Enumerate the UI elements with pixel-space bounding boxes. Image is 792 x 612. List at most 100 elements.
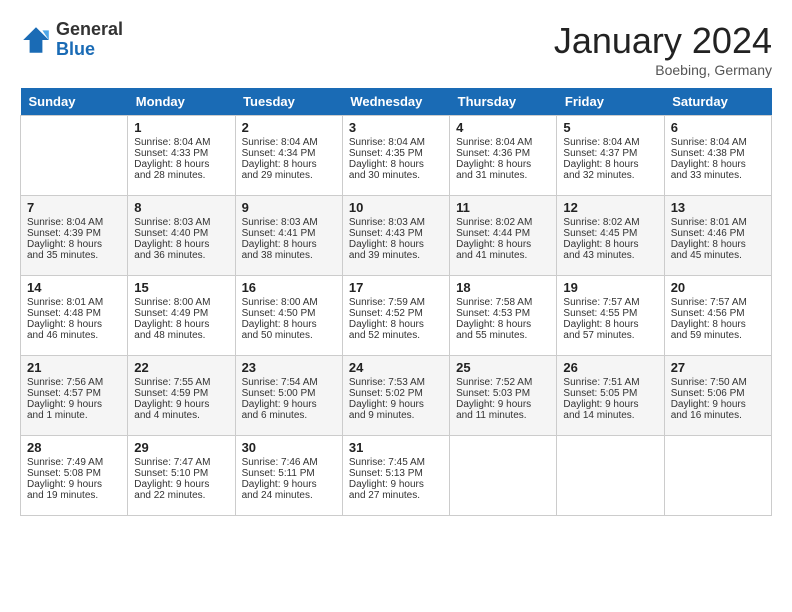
day-number: 7 [27,200,121,215]
day-cell: 16 Sunrise: 8:00 AMSunset: 4:50 PMDayligh… [235,276,342,356]
sunset: Sunset: 4:45 PM [563,228,657,239]
day-number: 23 [242,360,336,375]
page-header: General Blue January 2024 Boebing, Germa… [20,20,772,78]
daylight-hours: Daylight: 9 hours and 16 minutes. [671,399,765,421]
sunrise: Sunrise: 8:03 AM [349,217,443,228]
day-number: 21 [27,360,121,375]
sunrise: Sunrise: 8:00 AM [134,297,228,308]
daylight-hours: Daylight: 8 hours and 31 minutes. [456,159,550,181]
daylight-hours: Daylight: 9 hours and 9 minutes. [349,399,443,421]
day-number: 9 [242,200,336,215]
day-cell: 24Sunrise: 7:53 AMSunset: 5:02 PMDayligh… [342,356,449,436]
sunset: Sunset: 4:43 PM [349,228,443,239]
day-cell: 25Sunrise: 7:52 AMSunset: 5:03 PMDayligh… [450,356,557,436]
day-number: 19 [563,280,657,295]
day-number: 17 [349,280,443,295]
sunrise: Sunrise: 7:50 AM [671,377,765,388]
daylight-hours: Daylight: 9 hours and 6 minutes. [242,399,336,421]
sunset: Sunset: 4:56 PM [671,308,765,319]
day-number: 1 [134,120,228,135]
day-number: 26 [563,360,657,375]
sunset: Sunset: 4:53 PM [456,308,550,319]
week-row-1: 1Sunrise: 8:04 AMSunset: 4:33 PMDaylight… [21,116,772,196]
sunrise: Sunrise: 8:04 AM [134,137,228,148]
day-number: 28 [27,440,121,455]
day-cell: 13Sunrise: 8:01 AMSunset: 4:46 PMDayligh… [664,196,771,276]
daylight-hours: Daylight: 9 hours and 1 minute. [27,399,121,421]
daylight-hours: Daylight: 8 hours and 50 minutes. [242,319,336,341]
sunset: Sunset: 5:11 PM [242,468,336,479]
sunrise: Sunrise: 8:04 AM [27,217,121,228]
sunrise: Sunrise: 8:02 AM [563,217,657,228]
logo-icon [20,24,52,56]
sunset: Sunset: 4:46 PM [671,228,765,239]
sunset: Sunset: 4:39 PM [27,228,121,239]
daylight-hours: Daylight: 8 hours and 32 minutes. [563,159,657,181]
sunset: Sunset: 4:57 PM [27,388,121,399]
sunset: Sunset: 5:13 PM [349,468,443,479]
header-cell-thursday: Thursday [450,88,557,116]
day-number: 4 [456,120,550,135]
sunrise: Sunrise: 8:00 AM [242,297,336,308]
header-cell-saturday: Saturday [664,88,771,116]
day-number: 6 [671,120,765,135]
sunrise: Sunrise: 7:54 AM [242,377,336,388]
day-cell: 20 Sunrise: 7:57 AMSunset: 4:56 PMDayligh… [664,276,771,356]
sunrise: Sunrise: 7:47 AM [134,457,228,468]
day-cell: 17Sunrise: 7:59 AMSunset: 4:52 PMDayligh… [342,276,449,356]
day-cell: 8Sunrise: 8:03 AMSunset: 4:40 PMDaylight… [128,196,235,276]
day-cell [450,436,557,516]
day-cell [557,436,664,516]
daylight-hours: Daylight: 9 hours and 19 minutes. [27,479,121,501]
day-number: 25 [456,360,550,375]
sunset: Sunset: 4:50 PM [242,308,336,319]
day-cell: 4 Sunrise: 8:04 AMSunset: 4:36 PMDaylight… [450,116,557,196]
sunrise: Sunrise: 8:04 AM [349,137,443,148]
logo-general-text: General [56,19,123,39]
daylight-hours: Daylight: 8 hours and 45 minutes. [671,239,765,261]
day-cell: 7Sunrise: 8:04 AMSunset: 4:39 PMDaylight… [21,196,128,276]
day-number: 16 [242,280,336,295]
day-number: 29 [134,440,228,455]
sunrise: Sunrise: 7:46 AM [242,457,336,468]
month-title: January 2024 [554,20,772,62]
daylight-hours: Daylight: 8 hours and 55 minutes. [456,319,550,341]
daylight-hours: Daylight: 9 hours and 22 minutes. [134,479,228,501]
day-cell: 12Sunrise: 8:02 AMSunset: 4:45 PMDayligh… [557,196,664,276]
sunrise: Sunrise: 8:04 AM [456,137,550,148]
daylight-hours: Daylight: 8 hours and 46 minutes. [27,319,121,341]
location: Boebing, Germany [554,62,772,78]
day-number: 30 [242,440,336,455]
sunrise: Sunrise: 7:49 AM [27,457,121,468]
sunset: Sunset: 4:49 PM [134,308,228,319]
day-cell: 2Sunrise: 8:04 AMSunset: 4:34 PMDaylight… [235,116,342,196]
daylight-hours: Daylight: 8 hours and 59 minutes. [671,319,765,341]
header-cell-tuesday: Tuesday [235,88,342,116]
day-number: 24 [349,360,443,375]
daylight-hours: Daylight: 9 hours and 27 minutes. [349,479,443,501]
daylight-hours: Daylight: 8 hours and 33 minutes. [671,159,765,181]
sunrise: Sunrise: 7:56 AM [27,377,121,388]
sunrise: Sunrise: 8:03 AM [242,217,336,228]
header-row: SundayMondayTuesdayWednesdayThursdayFrid… [21,88,772,116]
day-number: 20 [671,280,765,295]
sunrise: Sunrise: 8:04 AM [671,137,765,148]
day-cell [664,436,771,516]
day-number: 3 [349,120,443,135]
daylight-hours: Daylight: 9 hours and 4 minutes. [134,399,228,421]
day-cell: 1Sunrise: 8:04 AMSunset: 4:33 PMDaylight… [128,116,235,196]
day-cell: 11Sunrise: 8:02 AMSunset: 4:44 PMDayligh… [450,196,557,276]
sunrise: Sunrise: 7:57 AM [671,297,765,308]
day-cell: 5Sunrise: 8:04 AMSunset: 4:37 PMDaylight… [557,116,664,196]
sunrise: Sunrise: 8:02 AM [456,217,550,228]
day-number: 31 [349,440,443,455]
day-number: 27 [671,360,765,375]
sunset: Sunset: 4:35 PM [349,148,443,159]
day-cell: 14Sunrise: 8:01 AMSunset: 4:48 PMDayligh… [21,276,128,356]
sunset: Sunset: 5:03 PM [456,388,550,399]
calendar-body: 1Sunrise: 8:04 AMSunset: 4:33 PMDaylight… [21,116,772,516]
day-cell: 22Sunrise: 7:55 AMSunset: 4:59 PMDayligh… [128,356,235,436]
sunset: Sunset: 4:33 PM [134,148,228,159]
sunset: Sunset: 4:36 PM [456,148,550,159]
day-number: 14 [27,280,121,295]
